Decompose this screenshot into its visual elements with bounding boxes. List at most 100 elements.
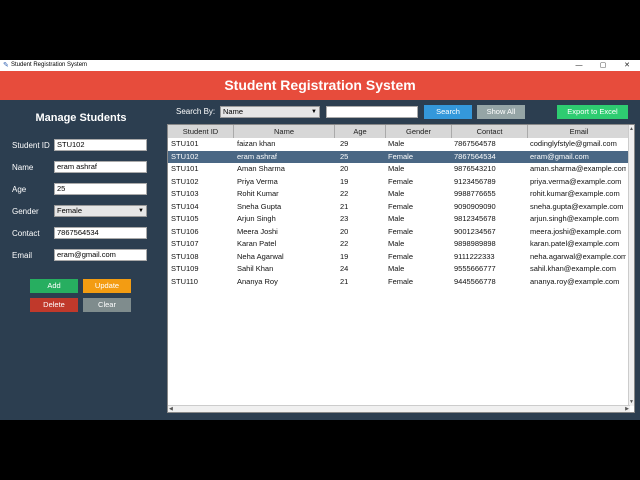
table-cell: aman.sharma@example.com xyxy=(530,164,626,173)
column-header[interactable]: Name xyxy=(234,125,335,138)
table-cell: STU109 xyxy=(171,264,199,273)
column-header[interactable]: Gender xyxy=(386,125,452,138)
table-row[interactable]: STU103 Rohit Kumar 22 Male 9988776655 rohit.k… xyxy=(168,188,628,201)
table-cell: Priya Verma xyxy=(237,176,278,186)
table-row[interactable]: STU101 Aman Sharma 20 Male 9876543210 aman.sh… xyxy=(168,163,628,176)
table-row[interactable]: STU104 Sneha Gupta 21 Female 9090909090 sneha… xyxy=(168,201,628,214)
chevron-down-icon: ▼ xyxy=(138,208,144,214)
search-input[interactable] xyxy=(326,106,418,118)
gender-label: Gender xyxy=(12,207,39,216)
table-cell: sahil.khan@example.com xyxy=(530,264,616,273)
vertical-scrollbar[interactable]: ▲ ▼ xyxy=(628,125,634,406)
table-cell: Male xyxy=(388,214,405,223)
table-row[interactable]: STU105 Arjun Singh 23 Male 9812345678 arjun.s… xyxy=(168,213,628,226)
email-input[interactable]: eram@gmail.com xyxy=(54,249,147,261)
age-label: Age xyxy=(12,185,27,194)
table-cell: Male xyxy=(388,164,405,173)
close-button[interactable]: ✕ xyxy=(621,60,633,71)
search-by-value: Name xyxy=(223,107,244,116)
student-id-label: Student ID xyxy=(12,141,50,150)
show-all-button[interactable]: Show All xyxy=(477,105,525,119)
table-cell: STU105 xyxy=(171,214,199,223)
table-cell: STU101 xyxy=(171,139,199,148)
table-cell: eram ashraf xyxy=(237,151,278,161)
table-cell: Arjun Singh xyxy=(237,214,276,223)
export-excel-button[interactable]: Export to Excel xyxy=(557,105,628,119)
table-cell: Karan Patel xyxy=(237,239,277,248)
contact-input[interactable]: 7867564534 xyxy=(54,227,147,239)
scroll-up-icon[interactable]: ▲ xyxy=(629,126,634,132)
table-cell: 9555666777 xyxy=(454,264,496,273)
table-cell: priya.verma@example.com xyxy=(530,176,622,186)
table-cell: arjun.singh@example.com xyxy=(530,214,619,223)
maximize-button[interactable]: ▢ xyxy=(597,60,609,71)
table-cell: STU101 xyxy=(171,164,199,173)
table-cell: 9876543210 xyxy=(454,164,496,173)
table-cell: 20 xyxy=(340,164,349,173)
table-cell: STU102 xyxy=(171,176,199,186)
add-button[interactable]: Add xyxy=(30,279,78,293)
table-cell: 9090909090 xyxy=(454,201,496,211)
contact-label: Contact xyxy=(12,229,40,238)
update-button[interactable]: Update xyxy=(83,279,131,293)
table-cell: Male xyxy=(388,264,405,273)
table-cell: STU110 xyxy=(171,276,198,286)
table-row[interactable]: STU102 Priya Verma 19 Female 9123456789 priya… xyxy=(168,176,628,189)
table-cell: STU104 xyxy=(171,201,199,211)
scroll-right-icon[interactable]: ▶ xyxy=(625,406,629,412)
table-cell: rohit.kumar@example.com xyxy=(530,189,620,198)
table-cell: Female xyxy=(388,251,414,261)
table-row[interactable]: STU101 faizan khan 29 Male 7867564578 codingl… xyxy=(168,138,628,151)
table-cell: codinglyfstyle@gmail.com xyxy=(530,139,617,148)
age-input[interactable]: 25 xyxy=(54,183,147,195)
gender-select[interactable]: Female ▼ xyxy=(54,205,147,217)
table-cell: Female xyxy=(388,276,414,286)
table-row[interactable]: STU107 Karan Patel 22 Male 9898989898 karan.p… xyxy=(168,238,628,251)
search-by-select[interactable]: Name ▼ xyxy=(220,106,320,118)
table-row[interactable]: STU109 Sahil Khan 24 Male 9555666777 sahil.kh… xyxy=(168,263,628,276)
column-header[interactable]: Email xyxy=(528,125,630,138)
table-cell: Female xyxy=(388,176,414,186)
table-row[interactable]: STU106 Meera Joshi 20 Female 9001234567 meera… xyxy=(168,226,628,239)
table-cell: sneha.gupta@example.com xyxy=(530,201,624,211)
table-cell: Sahil Khan xyxy=(237,264,274,273)
table-cell: 25 xyxy=(340,151,349,161)
table-cell: STU106 xyxy=(171,226,199,236)
table-row[interactable]: STU108 Neha Agarwal 19 Female 9111222333 neha… xyxy=(168,251,628,264)
scroll-left-icon[interactable]: ◀ xyxy=(169,406,173,412)
gender-select-value: Female xyxy=(57,206,83,215)
table-cell: STU102 xyxy=(171,151,199,161)
table-cell: ananya.roy@example.com xyxy=(530,276,620,286)
table-cell: STU103 xyxy=(171,189,199,198)
name-input[interactable]: eram ashraf xyxy=(54,161,147,173)
table-cell: Female xyxy=(388,151,414,161)
column-header[interactable]: Student ID xyxy=(168,125,234,138)
table-cell: 9111222333 xyxy=(454,251,495,261)
horizontal-scrollbar[interactable]: ◀ ▶ xyxy=(168,405,630,412)
table-cell: Male xyxy=(388,139,405,148)
table-cell: 22 xyxy=(340,239,349,248)
table-cell: 7867564534 xyxy=(454,151,496,161)
table-cell: 21 xyxy=(340,201,349,211)
search-button[interactable]: Search xyxy=(424,105,472,119)
table-cell: 9445566778 xyxy=(454,276,496,286)
table-cell: Male xyxy=(388,189,405,198)
minimize-button[interactable]: — xyxy=(573,60,585,71)
table-cell: 24 xyxy=(340,264,349,273)
table-cell: Male xyxy=(388,239,405,248)
panel-heading: Manage Students xyxy=(35,112,127,124)
table-row[interactable]: STU110 Ananya Roy 21 Female 9445566778 ananya… xyxy=(168,276,628,289)
column-header[interactable]: Contact xyxy=(452,125,528,138)
table-row[interactable]: STU102 eram ashraf 25 Female 7867564534 eram@… xyxy=(168,150,628,163)
title-bar: ✎ Student Registration System — ▢ ✕ xyxy=(0,60,640,71)
delete-button[interactable]: Delete xyxy=(30,298,78,312)
column-header[interactable]: Age xyxy=(335,125,386,138)
search-by-label: Search By: xyxy=(176,107,216,116)
student-id-input[interactable]: STU102 xyxy=(54,139,147,151)
table-cell: 23 xyxy=(340,214,349,223)
table-cell: eram@gmail.com xyxy=(530,151,589,161)
table-cell: 29 xyxy=(340,139,349,148)
clear-button[interactable]: Clear xyxy=(83,298,131,312)
table-cell: Rohit Kumar xyxy=(237,189,279,198)
table-cell: 9123456789 xyxy=(454,176,496,186)
